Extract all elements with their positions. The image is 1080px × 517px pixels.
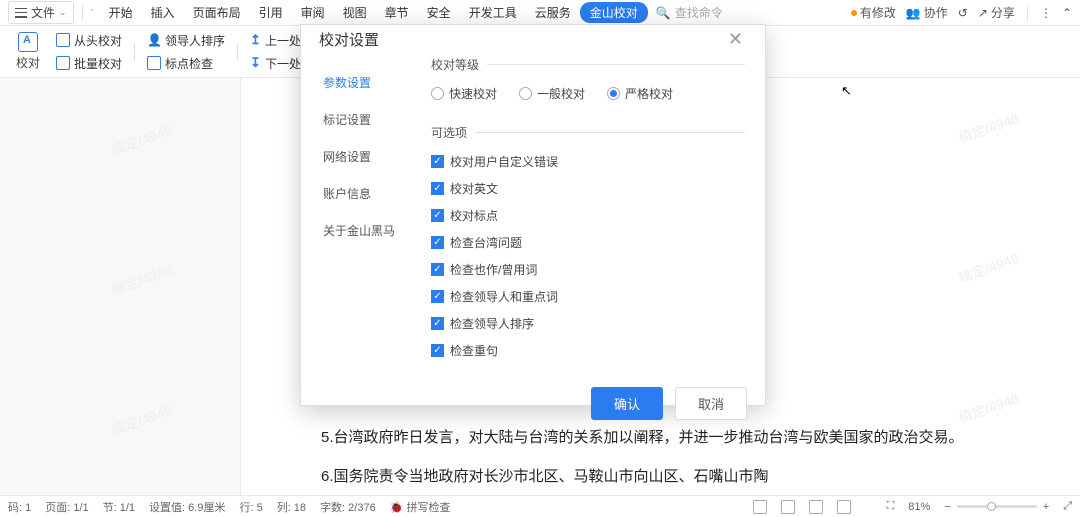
- radio-icon: [431, 87, 444, 100]
- opt-dup-sentence[interactable]: ✓检查重句: [431, 342, 745, 359]
- checkbox-checked-icon: ✓: [431, 290, 444, 303]
- side-about[interactable]: 关于金山黑马: [301, 212, 421, 249]
- checkbox-checked-icon: ✓: [431, 182, 444, 195]
- checkbox-checked-icon: ✓: [431, 236, 444, 249]
- level-normal-radio[interactable]: 一般校对: [519, 85, 585, 102]
- side-network[interactable]: 网络设置: [301, 138, 421, 175]
- cursor-icon: ↖: [841, 83, 852, 99]
- checkbox-checked-icon: ✓: [431, 344, 444, 357]
- level-section-title: 校对等级: [431, 56, 745, 73]
- opt-english[interactable]: ✓校对英文: [431, 180, 745, 197]
- proof-settings-dialog: 校对设置 ✕ ↖ 参数设置 标记设置 网络设置 账户信息 关于金山黑马 校对等级…: [300, 24, 766, 406]
- dialog-title: 校对设置: [319, 29, 379, 50]
- level-fast-radio[interactable]: 快速校对: [431, 85, 497, 102]
- checkbox-checked-icon: ✓: [431, 263, 444, 276]
- side-marks[interactable]: 标记设置: [301, 101, 421, 138]
- checkbox-checked-icon: ✓: [431, 155, 444, 168]
- opt-punct[interactable]: ✓校对标点: [431, 207, 745, 224]
- opt-leader-sort[interactable]: ✓检查领导人排序: [431, 315, 745, 332]
- level-strict-radio[interactable]: 严格校对: [607, 85, 673, 102]
- ok-button[interactable]: 确认: [591, 387, 663, 420]
- opt-leader-keywords[interactable]: ✓检查领导人和重点词: [431, 288, 745, 305]
- close-icon[interactable]: ✕: [724, 25, 747, 54]
- opt-also-used[interactable]: ✓检查也作/曾用词: [431, 261, 745, 278]
- radio-checked-icon: [607, 87, 620, 100]
- cancel-button[interactable]: 取消: [675, 387, 747, 420]
- checkbox-checked-icon: ✓: [431, 317, 444, 330]
- opts-section-title: 可选项: [431, 124, 745, 141]
- dialog-sidebar: 参数设置 标记设置 网络设置 账户信息 关于金山黑马: [301, 54, 421, 379]
- radio-icon: [519, 87, 532, 100]
- modal-overlay: 校对设置 ✕ ↖ 参数设置 标记设置 网络设置 账户信息 关于金山黑马 校对等级…: [0, 0, 1080, 517]
- side-params[interactable]: 参数设置: [301, 64, 421, 101]
- opt-taiwan[interactable]: ✓检查台湾问题: [431, 234, 745, 251]
- side-account[interactable]: 账户信息: [301, 175, 421, 212]
- checkbox-checked-icon: ✓: [431, 209, 444, 222]
- opt-custom-error[interactable]: ✓校对用户自定义错误: [431, 153, 745, 170]
